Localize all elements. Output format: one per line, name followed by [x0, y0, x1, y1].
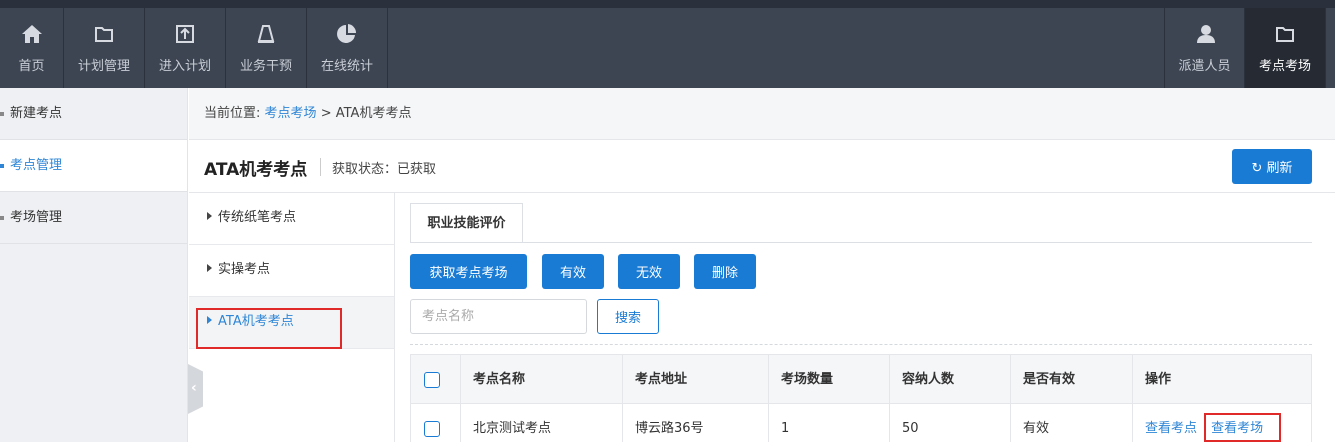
- sidebar: 新建考点 考点管理 考场管理: [0, 88, 188, 442]
- refresh-button-label: 刷新: [1266, 161, 1293, 176]
- nav-item-dispatch-personnel[interactable]: 派遣人员: [1164, 8, 1245, 88]
- delete-button[interactable]: 删除: [694, 254, 756, 289]
- page-header: ATA机考考点 获取状态：已获取 ↻ 刷新: [189, 141, 1335, 193]
- caret-right-icon: [207, 264, 212, 272]
- caret-right-icon: [207, 316, 212, 324]
- nav-item-business-intervention[interactable]: 业务干预: [226, 8, 307, 88]
- breadcrumb-current: ATA机考考点: [335, 106, 412, 121]
- top-stripe: [0, 0, 1335, 8]
- nav-item-plan-management[interactable]: 计划管理: [64, 8, 145, 88]
- breadcrumb: 当前位置: 考点考场 > ATA机考考点: [189, 88, 1335, 140]
- site-address-cell: 博云路36号: [623, 404, 769, 442]
- nav-label: 考点考场: [1258, 59, 1311, 74]
- folder-icon: [1276, 27, 1294, 42]
- site-type-nav: 传统纸笔考点 实操考点 ATA机考考点: [189, 193, 395, 442]
- table-row: 北京测试考点 博云路36号 1 50 有效 查看考点 查看考场: [410, 404, 1312, 442]
- pie-chart-icon: [337, 24, 357, 43]
- sidebar-item-room-management[interactable]: 考场管理: [0, 192, 187, 244]
- nav-item-home[interactable]: 首页: [0, 8, 64, 88]
- header-select-cell: [411, 355, 461, 403]
- fetch-sites-button[interactable]: 获取考点考场: [410, 254, 527, 289]
- view-site-link[interactable]: 查看考点: [1145, 421, 1197, 436]
- subnav-label: ATA机考考点: [218, 314, 294, 329]
- table-header-row: 考点名称 考点地址 考场数量 容纳人数 是否有效 操作: [410, 354, 1312, 404]
- page-title: ATA机考考点: [204, 160, 308, 180]
- actions-cell: 查看考点 查看考场: [1133, 404, 1313, 442]
- top-navigation-bar: 首页 计划管理 进入计划 业务干预 在线统计 派遣人员 考点考场: [0, 0, 1335, 88]
- mark-invalid-button[interactable]: 无效: [618, 254, 680, 289]
- sidebar-item-new-site[interactable]: 新建考点: [0, 88, 187, 140]
- nav-label: 派遣人员: [1178, 59, 1231, 74]
- tab-divider: [410, 242, 1312, 243]
- subnav-item-ata-sites[interactable]: ATA机考考点: [189, 297, 394, 349]
- capacity-cell: 50: [890, 404, 1011, 442]
- dashed-divider: [410, 344, 1312, 345]
- upload-icon: [176, 25, 194, 43]
- refresh-button[interactable]: ↻ 刷新: [1232, 149, 1312, 184]
- column-header: 是否有效: [1011, 355, 1133, 403]
- breadcrumb-separator: >: [320, 106, 332, 121]
- nav-label: 进入计划: [158, 59, 211, 74]
- site-name-cell: 北京测试考点: [461, 404, 623, 442]
- row-checkbox[interactable]: [424, 421, 440, 437]
- subnav-label: 实操考点: [218, 262, 271, 277]
- select-all-checkbox[interactable]: [424, 372, 440, 388]
- folder-icon: [95, 27, 113, 42]
- nav-label: 首页: [18, 59, 45, 74]
- room-count-cell: 1: [769, 404, 890, 442]
- user-icon: [1196, 25, 1215, 43]
- breadcrumb-prefix: 当前位置:: [204, 106, 261, 121]
- column-header: 考点地址: [623, 355, 769, 403]
- nav-label: 业务干预: [239, 59, 292, 74]
- subnav-item-practical-sites[interactable]: 实操考点: [189, 245, 394, 297]
- valid-cell: 有效: [1011, 404, 1133, 442]
- refresh-icon: ↻: [1251, 161, 1263, 176]
- nav-item-enter-plan[interactable]: 进入计划: [145, 8, 226, 88]
- column-header: 容纳人数: [890, 355, 1011, 403]
- column-header: 考点名称: [461, 355, 623, 403]
- row-select-cell: [411, 404, 461, 442]
- home-icon: [21, 25, 42, 43]
- sidebar-item-site-management[interactable]: 考点管理: [0, 140, 187, 192]
- subnav-item-paper-sites[interactable]: 传统纸笔考点: [189, 193, 394, 245]
- title-divider: [320, 158, 321, 176]
- nav-label: 在线统计: [320, 59, 373, 74]
- nav-item-exam-sites[interactable]: 考点考场: [1245, 8, 1326, 88]
- subnav-label: 传统纸笔考点: [218, 210, 297, 225]
- column-header: 考场数量: [769, 355, 890, 403]
- fetch-status-text: 获取状态：已获取: [332, 162, 437, 177]
- column-header: 操作: [1145, 372, 1172, 387]
- mark-valid-button[interactable]: 有效: [542, 254, 604, 289]
- caret-right-icon: [207, 212, 212, 220]
- tab-vocational-skills[interactable]: 职业技能评价: [410, 203, 523, 243]
- cone-icon: [257, 25, 275, 43]
- search-button[interactable]: 搜索: [597, 299, 659, 334]
- nav-label: 计划管理: [77, 59, 130, 74]
- view-rooms-link[interactable]: 查看考场: [1211, 421, 1263, 436]
- nav-item-online-stats[interactable]: 在线统计: [307, 8, 388, 88]
- breadcrumb-link[interactable]: 考点考场: [265, 106, 317, 121]
- site-name-search-input[interactable]: [410, 299, 587, 334]
